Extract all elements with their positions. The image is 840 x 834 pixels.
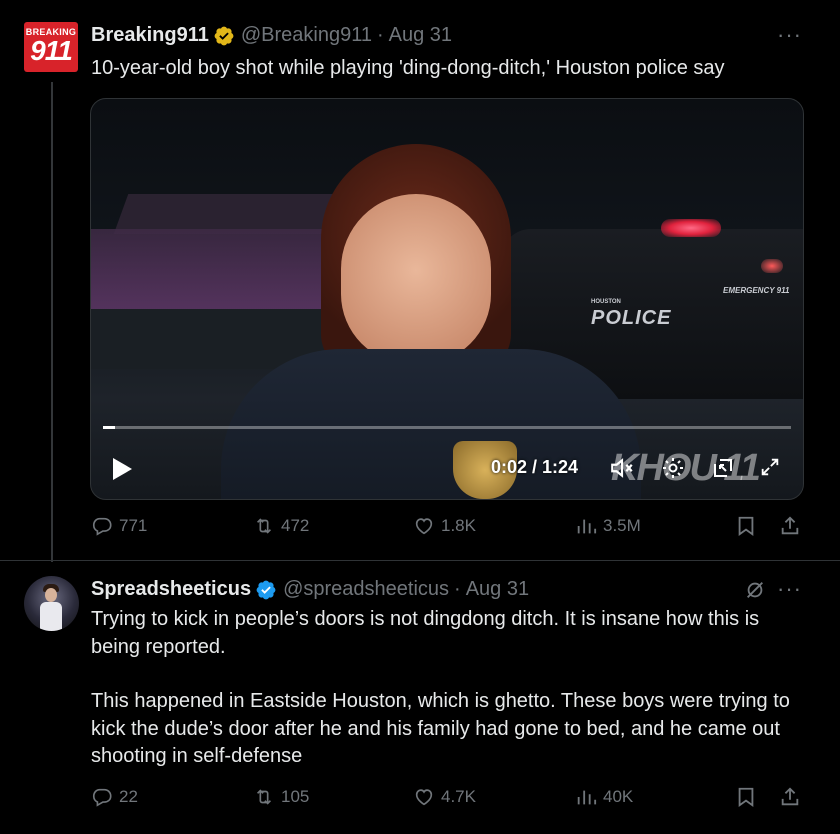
share-icon [781, 516, 799, 535]
like-count: 4.7K [441, 787, 476, 806]
reply-button[interactable]: 771 [91, 515, 147, 537]
avatar-face [45, 588, 57, 602]
repost-button[interactable]: 472 [253, 515, 309, 537]
video-progress-bar[interactable] [103, 426, 791, 429]
scene-siren-light-2 [761, 259, 783, 273]
tweet-spreadsheeticus[interactable]: Spreadsheeticus @spreadsheeticus · Aug 3… [0, 560, 840, 834]
scene-officer-face [341, 194, 491, 364]
more-options-icon[interactable]: ··· [777, 22, 802, 48]
repost-icon [256, 518, 272, 534]
volume-muted-icon[interactable] [609, 455, 635, 481]
picture-in-picture-icon[interactable] [711, 456, 735, 480]
repost-count: 472 [281, 516, 310, 535]
avatar-number: 911 [30, 35, 73, 66]
reply-icon [92, 788, 112, 807]
video-progress-fill [103, 426, 115, 429]
handle[interactable]: @spreadsheeticus [283, 578, 449, 601]
handle[interactable]: @Breaking911 [241, 24, 372, 47]
bookmark-icon [738, 516, 754, 537]
thread-line [51, 82, 53, 562]
separator-dot: · [454, 578, 461, 600]
tweet-header: Spreadsheeticus @spreadsheeticus · Aug 3… [91, 578, 529, 601]
tweet-paragraph: This happened in Eastside Houston, which… [91, 690, 790, 767]
views-count: 3.5M [603, 516, 641, 535]
display-name[interactable]: Spreadsheeticus [91, 578, 251, 601]
repost-icon [256, 789, 272, 805]
heart-icon [415, 789, 433, 806]
more-options-icon[interactable]: ··· [777, 576, 802, 602]
video-player[interactable]: HOUSTON POLICE EMERGENCY 911 KHOU 11 0:0… [90, 98, 804, 500]
tweet-breaking911[interactable]: BREAKING 911 Breaking911 @Breaking911 · … [0, 0, 840, 562]
bookmark-button[interactable] [735, 515, 763, 537]
tweet-text: 10-year-old boy shot while playing 'ding… [91, 55, 811, 83]
like-button[interactable]: 1.8K [413, 515, 476, 537]
heart-icon [415, 518, 433, 535]
share-button[interactable] [779, 786, 807, 808]
avatar[interactable]: BREAKING 911 [24, 22, 78, 72]
views-chart-icon [577, 519, 597, 534]
tweet-date[interactable]: Aug 31 [389, 24, 452, 47]
tweet-actions: 771 472 1.8K 3.5M [91, 515, 803, 545]
reply-count: 22 [119, 787, 138, 806]
fullscreen-icon[interactable] [759, 456, 781, 478]
repost-button[interactable]: 105 [253, 786, 309, 808]
tweet-actions: 22 105 4.7K 40K [91, 786, 803, 816]
repost-count: 105 [281, 787, 310, 806]
reply-count: 771 [119, 516, 148, 535]
tweet-paragraph: 10-year-old boy shot while playing 'ding… [91, 57, 725, 79]
reply-icon [92, 517, 112, 536]
tweet-paragraph: Trying to kick in people’s doors is not … [91, 608, 760, 658]
avatar-body [40, 602, 62, 631]
bookmark-icon [738, 787, 754, 808]
play-icon[interactable] [111, 457, 133, 481]
views-button[interactable]: 40K [575, 786, 633, 808]
blue-check-icon[interactable] [255, 579, 277, 601]
like-button[interactable]: 4.7K [413, 786, 476, 808]
gold-check-icon[interactable] [213, 25, 235, 47]
separator-dot: · [376, 24, 384, 46]
video-time: 0:02 / 1:24 [491, 457, 579, 477]
tweet-header: Breaking911 @Breaking911 · Aug 31 [91, 24, 452, 47]
car-emergency-label: EMERGENCY 911 [723, 286, 790, 295]
avatar[interactable] [24, 576, 79, 631]
grok-icon[interactable] [744, 579, 766, 601]
display-name[interactable]: Breaking911 [91, 24, 209, 47]
tweet-text: Trying to kick in people’s doors is not … [91, 606, 811, 771]
car-police-label: POLICE [591, 307, 672, 329]
tweet-date[interactable]: Aug 31 [466, 578, 529, 601]
share-button[interactable] [779, 515, 807, 537]
views-count: 40K [603, 787, 634, 806]
bookmark-button[interactable] [735, 786, 763, 808]
reply-button[interactable]: 22 [91, 786, 138, 808]
like-count: 1.8K [441, 516, 476, 535]
views-chart-icon [577, 790, 597, 805]
scene-siren-light [661, 219, 721, 237]
settings-gear-icon[interactable] [661, 456, 685, 480]
car-houston-label: HOUSTON [591, 299, 621, 305]
views-button[interactable]: 3.5M [575, 515, 641, 537]
share-icon [781, 787, 799, 806]
